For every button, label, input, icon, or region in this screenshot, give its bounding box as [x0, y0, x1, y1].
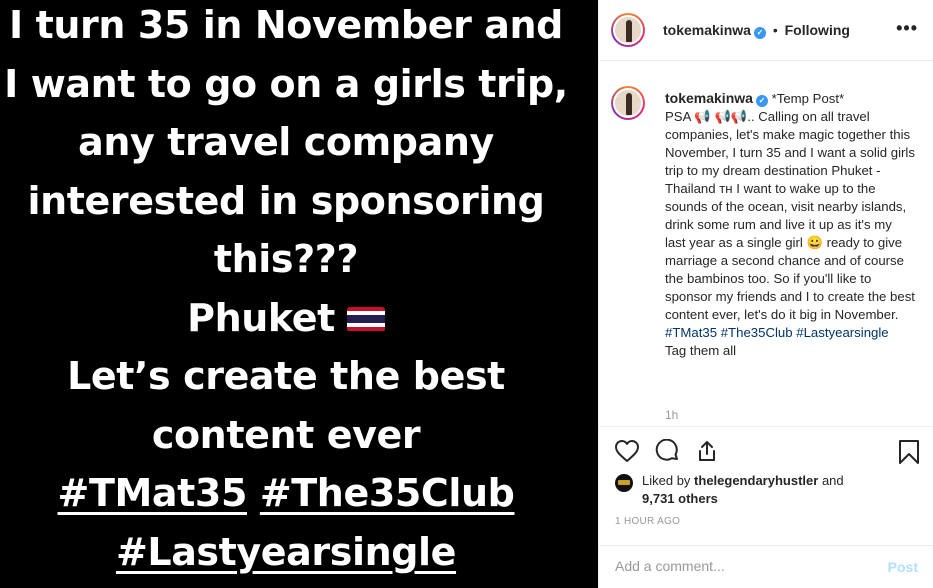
- post-image[interactable]: I turn 35 in November and I want to go o…: [0, 0, 598, 588]
- thailand-flag-icon: [346, 306, 385, 332]
- likes-count-link[interactable]: 9,731 others: [642, 491, 718, 506]
- comment-input[interactable]: [615, 558, 875, 574]
- avatar[interactable]: [611, 13, 645, 47]
- comment-bar: Post: [599, 545, 933, 588]
- caption-psa: PSA: [665, 109, 691, 124]
- story-line: this???: [213, 237, 359, 281]
- likes-summary: Liked by thelegendaryhustler and 9,731 o…: [615, 472, 925, 508]
- post-header: tokemakinwa ✓ • Following •••: [599, 0, 933, 61]
- likes-and: and: [821, 473, 844, 488]
- hashtag-link[interactable]: #TMat35: [665, 325, 717, 340]
- bookmark-icon[interactable]: [898, 439, 920, 470]
- separator-dot: •: [772, 22, 778, 38]
- verified-badge-icon: ✓: [753, 27, 766, 39]
- more-options-icon[interactable]: •••: [896, 18, 918, 39]
- story-line: I turn 35 in November and: [9, 3, 563, 47]
- following-button[interactable]: Following: [785, 22, 850, 38]
- story-line: content ever: [151, 412, 421, 457]
- caption-username-link[interactable]: tokemakinwa: [665, 90, 753, 106]
- share-icon[interactable]: [695, 439, 719, 468]
- post-comment-button[interactable]: Post: [888, 559, 918, 575]
- megaphone-icon: 📢: [714, 109, 731, 124]
- megaphone-icon: 📢: [694, 109, 711, 124]
- thailand-flag-icon: ᴛʜ: [719, 181, 733, 196]
- heart-icon[interactable]: [614, 439, 640, 468]
- story-phuket-text: Phuket: [187, 295, 335, 340]
- caption-intro: *Temp Post*: [771, 91, 845, 106]
- story-hashtags-line: #TMat35 #The35Club: [0, 464, 572, 523]
- header-user-line: tokemakinwa ✓ • Following: [663, 22, 850, 39]
- story-hashtag: #Lastyearsingle: [115, 529, 457, 574]
- hashtag-link[interactable]: #The35Club: [721, 325, 793, 340]
- caption-area: tokemakinwa ✓ *Temp Post* PSA 📢 📢📢.. Call…: [599, 62, 933, 426]
- megaphone-icon: 📢: [730, 109, 748, 124]
- avatar[interactable]: [611, 86, 645, 120]
- likes-prefix: Liked by: [642, 473, 691, 488]
- caption: tokemakinwa ✓ *Temp Post* PSA 📢 📢📢.. Call…: [665, 89, 915, 360]
- hashtag-link[interactable]: #Lastyearsingle: [796, 325, 888, 340]
- story-line: Let’s create the best: [67, 354, 505, 398]
- comment-icon[interactable]: [655, 438, 681, 468]
- username-link[interactable]: tokemakinwa: [663, 22, 751, 38]
- caption-closing: Tag them all: [665, 343, 737, 358]
- likes-text: Liked by thelegendaryhustler and 9,731 o…: [642, 472, 925, 508]
- liker-avatar[interactable]: [615, 474, 633, 492]
- grinning-face-icon: 😀: [806, 235, 823, 250]
- story-line-phuket: Phuket: [0, 289, 572, 348]
- verified-badge-icon: ✓: [755, 95, 768, 107]
- story-line: I want to go on a girls trip,: [4, 61, 568, 106]
- story-hashtags-line: #Lastyearsingle: [0, 523, 572, 582]
- story-line: interested in sponsoring: [27, 178, 545, 223]
- liker-username-link[interactable]: thelegendaryhustler: [694, 473, 818, 488]
- story-hashtag: #TMat35: [57, 471, 248, 515]
- story-text: I turn 35 in November and I want to go o…: [0, 0, 572, 581]
- story-line: any travel company: [78, 120, 494, 164]
- caption-time: 1h: [665, 408, 679, 422]
- story-hashtag: #The35Club: [259, 471, 515, 515]
- post-timestamp[interactable]: 1 HOUR AGO: [615, 516, 680, 527]
- post-sidebar: tokemakinwa ✓ • Following ••• tokemakinwa…: [598, 0, 933, 588]
- action-bar: [599, 426, 933, 476]
